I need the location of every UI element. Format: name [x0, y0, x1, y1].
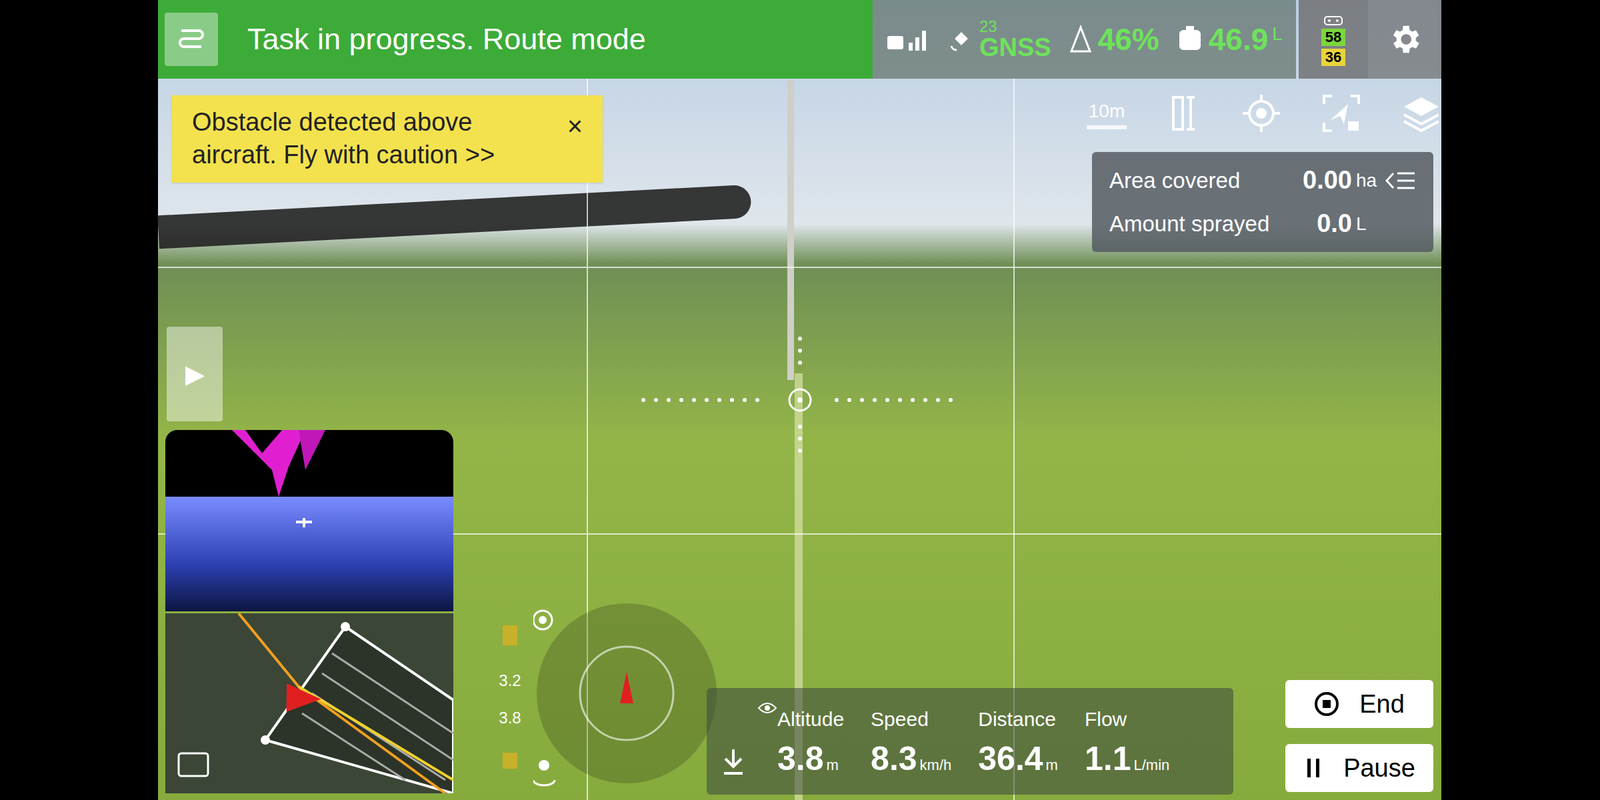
stat-value: 0.0: [1316, 204, 1352, 243]
compass-icon: [533, 600, 720, 787]
scale-label: 10m: [1088, 97, 1125, 126]
telemetry-item: Flow1.1L/min: [1084, 704, 1170, 784]
telemetry-item: Altitude3.8m: [777, 704, 844, 784]
visibility-icon[interactable]: [757, 701, 778, 715]
collapse-icon[interactable]: [1385, 169, 1416, 192]
telemetry-item: Speed8.3km/h: [870, 704, 952, 784]
route-icon[interactable]: [164, 12, 218, 66]
tank-level: 46.9: [1208, 16, 1269, 63]
rc-signal-icon: [886, 22, 933, 56]
gear-icon: [1386, 21, 1423, 58]
telemetry-label: Altitude: [777, 704, 844, 734]
propeller: [157, 184, 752, 250]
telemetry-label: Flow: [1084, 704, 1170, 734]
stat-row: Area covered0.00ha: [1109, 161, 1416, 200]
stat-unit: L: [1356, 210, 1386, 238]
power-pole: [787, 80, 794, 380]
gnss-indicator: 23GNSS: [948, 18, 1052, 60]
action-buttons: End Pause: [1285, 680, 1434, 792]
telemetry-panel: Altitude3.8mSpeed8.3km/hDistance36.4mFlo…: [706, 688, 1234, 795]
map-toolbar: 10m: [1086, 93, 1442, 134]
stats-panel: Area covered0.00ha Amount sprayed0.0L: [1092, 152, 1434, 252]
satellite-icon: [948, 26, 976, 53]
lock-view-icon[interactable]: [1321, 93, 1362, 134]
battery-level: 46%: [1098, 16, 1160, 63]
alert-close-button[interactable]: ×: [567, 106, 583, 140]
stat-label: Amount sprayed: [1109, 207, 1317, 241]
status-section: Task in progress. Route mode: [158, 0, 873, 79]
pause-icon: [1303, 756, 1324, 780]
expand-button[interactable]: ▶: [166, 326, 223, 422]
stat-row: Amount sprayed0.0L: [1109, 204, 1416, 243]
scale-indicator: 10m: [1086, 97, 1127, 130]
controller-icon: [1322, 12, 1345, 26]
button-label: End: [1359, 685, 1405, 724]
rc-level: 58: [1321, 28, 1346, 46]
gnss-count: 23: [979, 18, 1052, 35]
stat-value: 0.00: [1302, 161, 1352, 200]
point-cloud-view[interactable]: [165, 430, 454, 612]
telemetry-value: 3.8: [777, 734, 824, 784]
tank-icon: [1175, 24, 1205, 54]
battery-icon: [1067, 24, 1094, 54]
altitude-scale: 3.2 3.8: [496, 625, 524, 769]
status-indicators: 23GNSS 46% 46.9L: [872, 0, 1296, 79]
stat-label: Area covered: [1109, 164, 1303, 198]
task-status: Task in progress. Route mode: [247, 16, 646, 62]
telemetry-value: 8.3: [870, 734, 918, 784]
pause-button[interactable]: Pause: [1285, 744, 1434, 792]
rc-battery[interactable]: 5836: [1298, 0, 1368, 79]
ruler-icon[interactable]: [1166, 94, 1202, 132]
button-label: Pause: [1343, 749, 1416, 788]
telemetry-label: Speed: [870, 704, 952, 734]
altitude-tick: 3.8: [498, 706, 521, 730]
stat-unit: ha: [1356, 166, 1386, 195]
settings-button[interactable]: [1368, 0, 1442, 79]
mini-map[interactable]: [165, 613, 454, 794]
layers-icon[interactable]: [1401, 93, 1442, 134]
top-bar: Task in progress. Route mode 23GNSS 46% 46.…: [158, 0, 1442, 79]
telemetry-unit: L/min: [1133, 754, 1170, 776]
telemetry-unit: m: [1046, 754, 1058, 776]
end-button[interactable]: End: [1285, 680, 1434, 728]
alert-text: Obstacle detected above aircraft. Fly wi…: [192, 106, 554, 172]
stop-icon: [1314, 691, 1340, 717]
grid-line: [158, 266, 1442, 268]
gnss-label: GNSS: [979, 34, 1052, 60]
tank-unit: L: [1272, 20, 1283, 48]
telemetry-unit: m: [826, 754, 839, 776]
mic-icon: [720, 746, 747, 780]
locate-icon[interactable]: [1241, 93, 1282, 134]
altitude-tick: 3.2: [498, 668, 521, 693]
crosshair-icon: [636, 333, 970, 480]
telemetry-unit: km/h: [920, 754, 952, 776]
telemetry-item: Distance36.4m: [978, 704, 1058, 784]
rc-level: 36: [1321, 48, 1346, 66]
telemetry-label: Distance: [978, 704, 1058, 734]
obstacle-alert[interactable]: Obstacle detected above aircraft. Fly wi…: [172, 95, 603, 183]
telemetry-value: 36.4: [978, 734, 1043, 784]
play-label: ▶: [185, 355, 205, 394]
telemetry-value: 1.1: [1084, 734, 1132, 784]
